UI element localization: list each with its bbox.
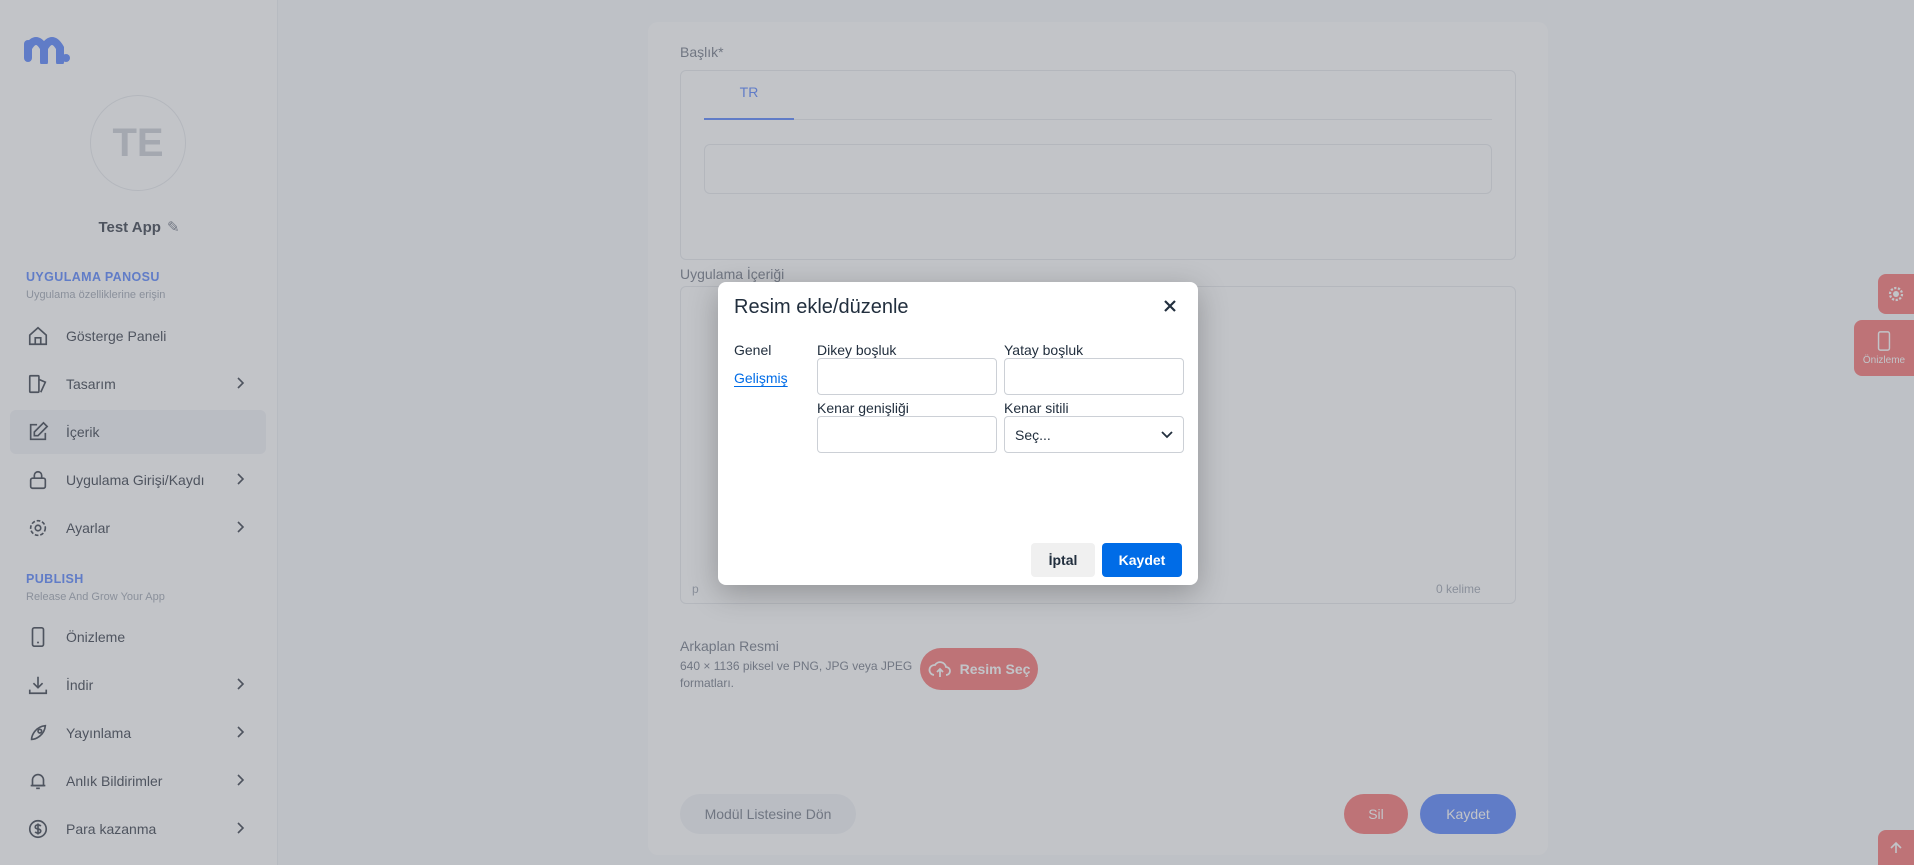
vertical-space-input[interactable] <box>817 358 997 395</box>
border-style-label: Kenar sitili <box>1004 400 1069 416</box>
dialog-title: Resim ekle/düzenle <box>734 296 909 318</box>
horizontal-space-input[interactable] <box>1004 358 1184 395</box>
cancel-button[interactable]: İptal <box>1031 543 1095 577</box>
chevron-down-icon <box>1161 430 1173 438</box>
horizontal-space-label: Yatay boşluk <box>1004 342 1084 358</box>
border-width-input[interactable] <box>817 416 997 453</box>
close-icon <box>1164 300 1176 312</box>
border-width-label: Kenar genişliği <box>817 400 909 416</box>
image-dialog: Resim ekle/düzenle Genel Gelişmiş Dikey … <box>718 282 1198 585</box>
vertical-space-label: Dikey boşluk <box>817 342 897 358</box>
border-style-value: Seç... <box>1015 426 1051 443</box>
dialog-tab-advanced[interactable]: Gelişmiş <box>734 370 788 386</box>
dialog-save-button[interactable]: Kaydet <box>1102 543 1182 577</box>
border-style-select[interactable]: Seç... <box>1004 416 1184 453</box>
close-button[interactable] <box>1158 294 1182 318</box>
dialog-tab-general[interactable]: Genel <box>734 342 771 358</box>
